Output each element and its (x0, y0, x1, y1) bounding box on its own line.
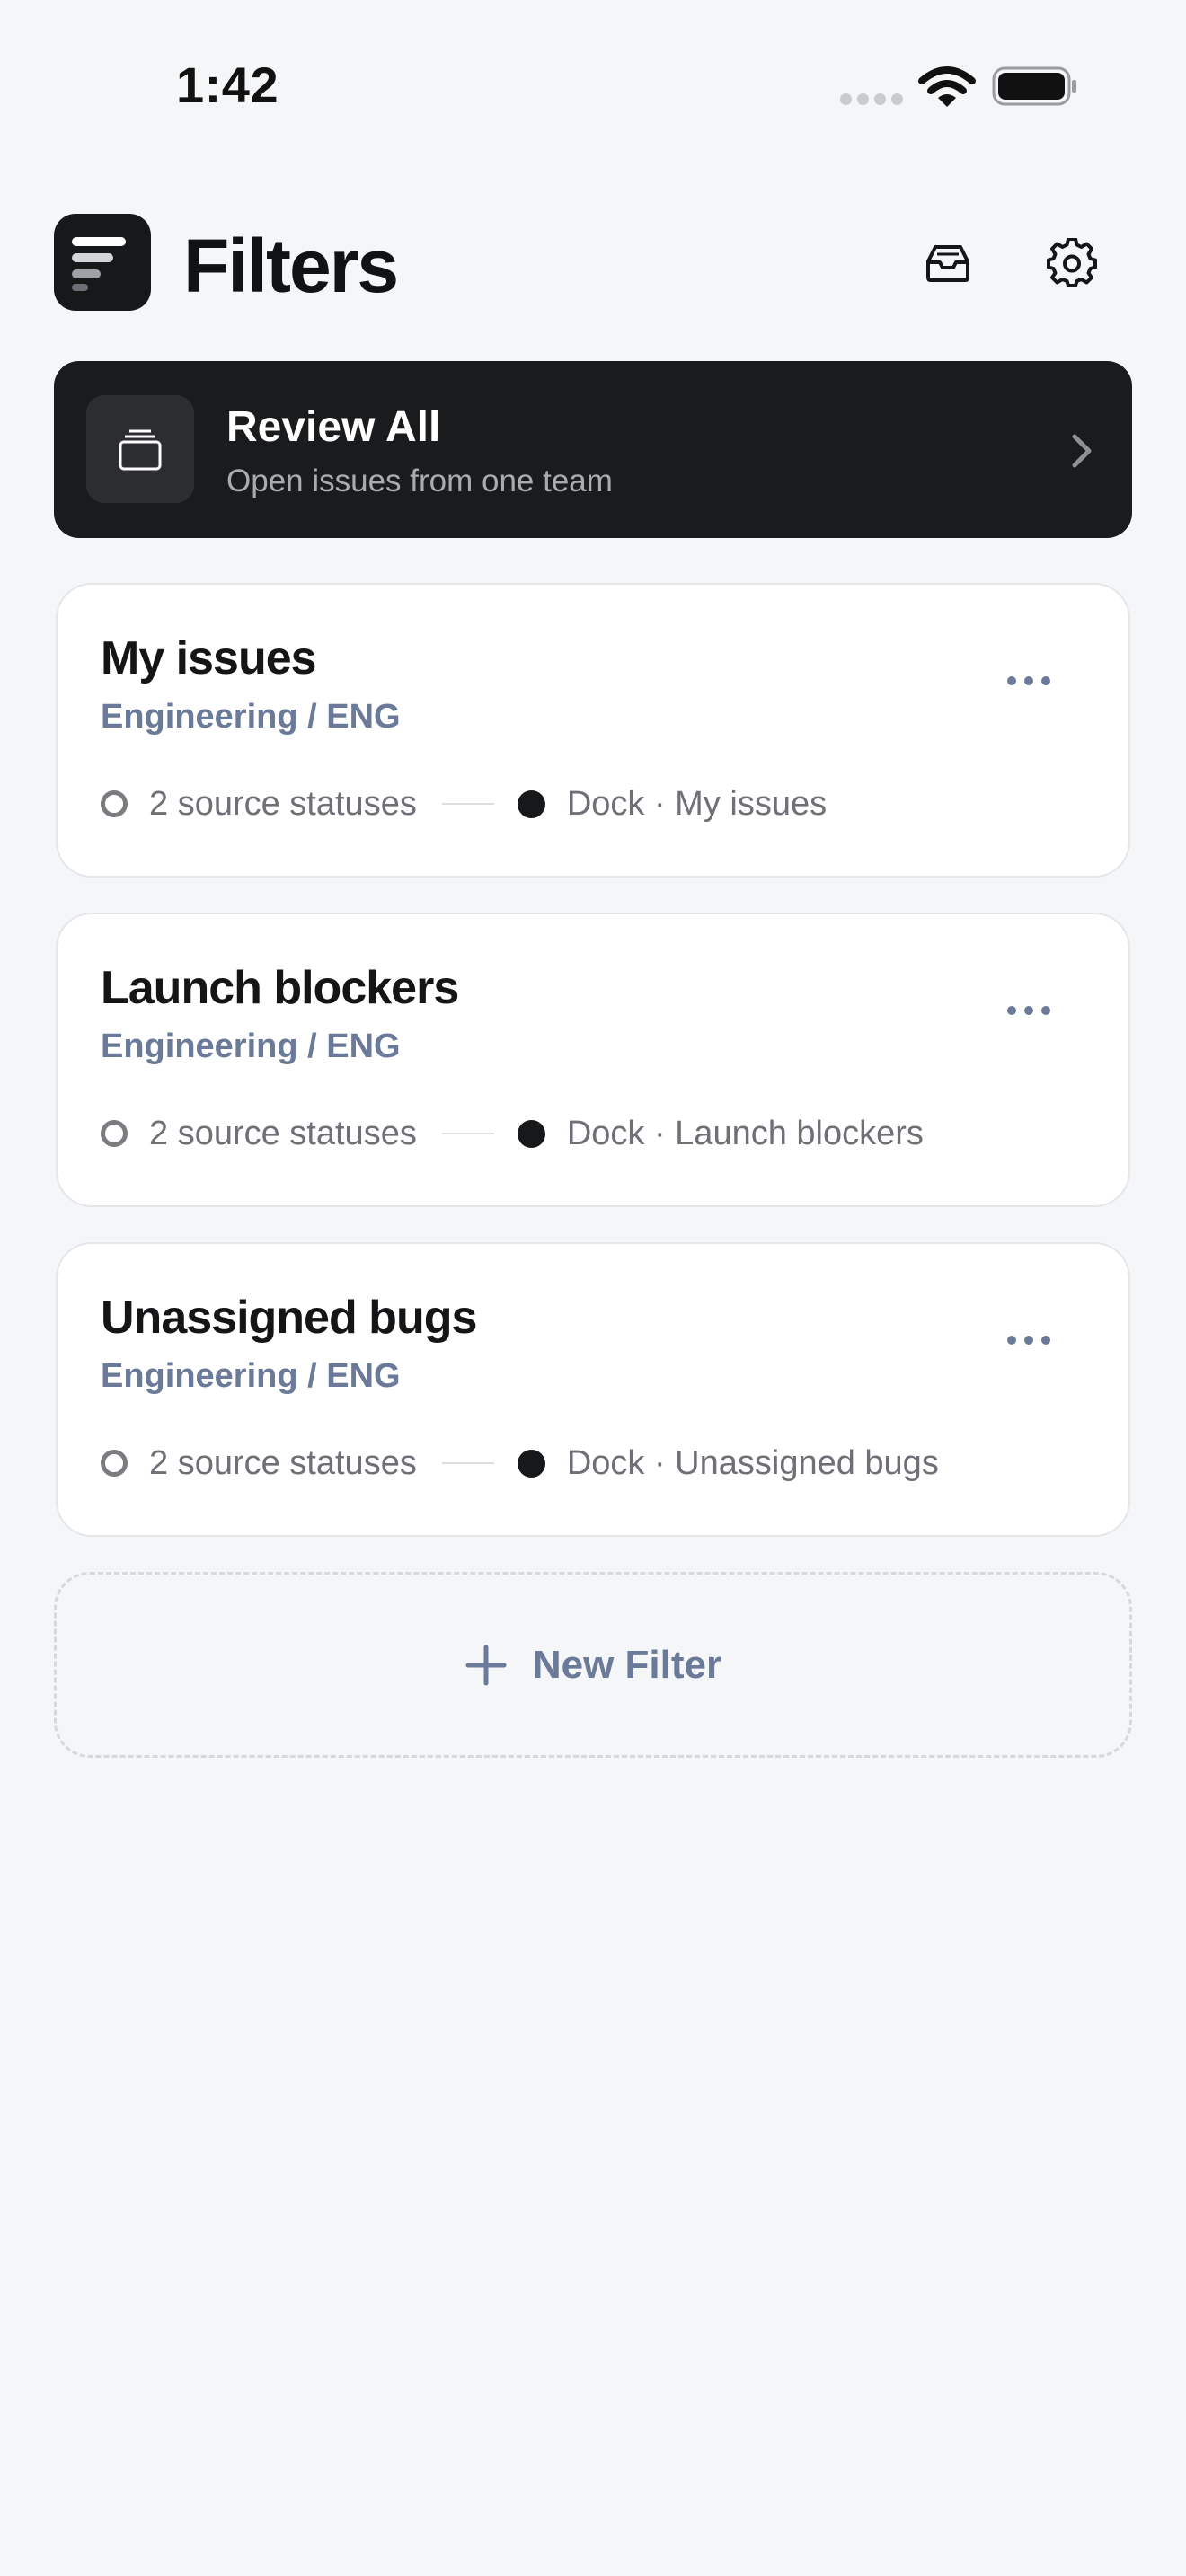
status-bar: 1:42 (0, 0, 1186, 171)
source-statuses: 2 source statuses (149, 1114, 417, 1152)
filters-screen: 1:42 Filters Review All Open issues from… (0, 0, 1186, 2576)
filter-title: Launch blockers (101, 962, 459, 1014)
settings-button[interactable] (1042, 234, 1102, 293)
destination-status-icon (517, 1449, 545, 1478)
inbox-icon (926, 245, 969, 282)
review-all-subtitle: Open issues from one team (226, 463, 613, 498)
filter-title: My issues (101, 632, 317, 684)
inbox-button[interactable] (918, 234, 978, 293)
filter-card[interactable]: Launch blockers Engineering / ENG 2 sour… (56, 913, 1130, 1207)
source-status-icon (101, 1450, 128, 1477)
filter-team: Engineering / ENG (101, 1028, 401, 1065)
destination: Dock · Launch blockers (566, 1114, 924, 1152)
filter-title: Unassigned bugs (101, 1292, 477, 1344)
flow-connector (441, 1462, 494, 1464)
filter-team: Engineering / ENG (101, 698, 401, 736)
app-logo-icon (54, 214, 151, 311)
more-options-button[interactable] (997, 997, 1060, 1024)
review-all-title: Review All (226, 403, 441, 451)
filter-flow: 2 source statuses Dock · My issues (101, 784, 827, 824)
source-status-icon (101, 790, 128, 817)
new-filter-label: New Filter (532, 1642, 722, 1687)
destination: Dock · Unassigned bugs (566, 1443, 939, 1482)
battery-icon (992, 66, 1076, 106)
destination-status-icon (517, 790, 545, 818)
more-options-button[interactable] (997, 667, 1060, 694)
source-statuses: 2 source statuses (149, 1443, 417, 1482)
more-options-button[interactable] (997, 1327, 1060, 1354)
filter-card[interactable]: My issues Engineering / ENG 2 source sta… (56, 583, 1130, 878)
destination-status-icon (517, 1119, 545, 1148)
flow-connector (441, 803, 494, 805)
source-statuses: 2 source statuses (149, 784, 417, 823)
chevron-right-icon (1072, 434, 1092, 468)
destination: Dock · My issues (566, 784, 828, 823)
stack-icon (86, 395, 194, 503)
filter-flow: 2 source statuses Dock · Unassigned bugs (101, 1443, 939, 1483)
page-title: Filters (183, 224, 399, 308)
flow-connector (441, 1133, 494, 1134)
plus-icon (465, 1645, 507, 1685)
filter-flow: 2 source statuses Dock · Launch blockers (101, 1114, 924, 1153)
filter-card[interactable]: Unassigned bugs Engineering / ENG 2 sour… (56, 1242, 1130, 1537)
header: Filters (54, 214, 1132, 313)
gear-icon (1047, 238, 1097, 287)
source-status-icon (101, 1120, 128, 1147)
review-all-banner[interactable]: Review All Open issues from one team (54, 361, 1132, 538)
status-time: 1:42 (176, 57, 279, 113)
new-filter-button[interactable]: New Filter (54, 1572, 1132, 1758)
signal-dots-icon (840, 93, 903, 105)
wifi-icon (918, 66, 976, 107)
filter-team: Engineering / ENG (101, 1357, 401, 1395)
